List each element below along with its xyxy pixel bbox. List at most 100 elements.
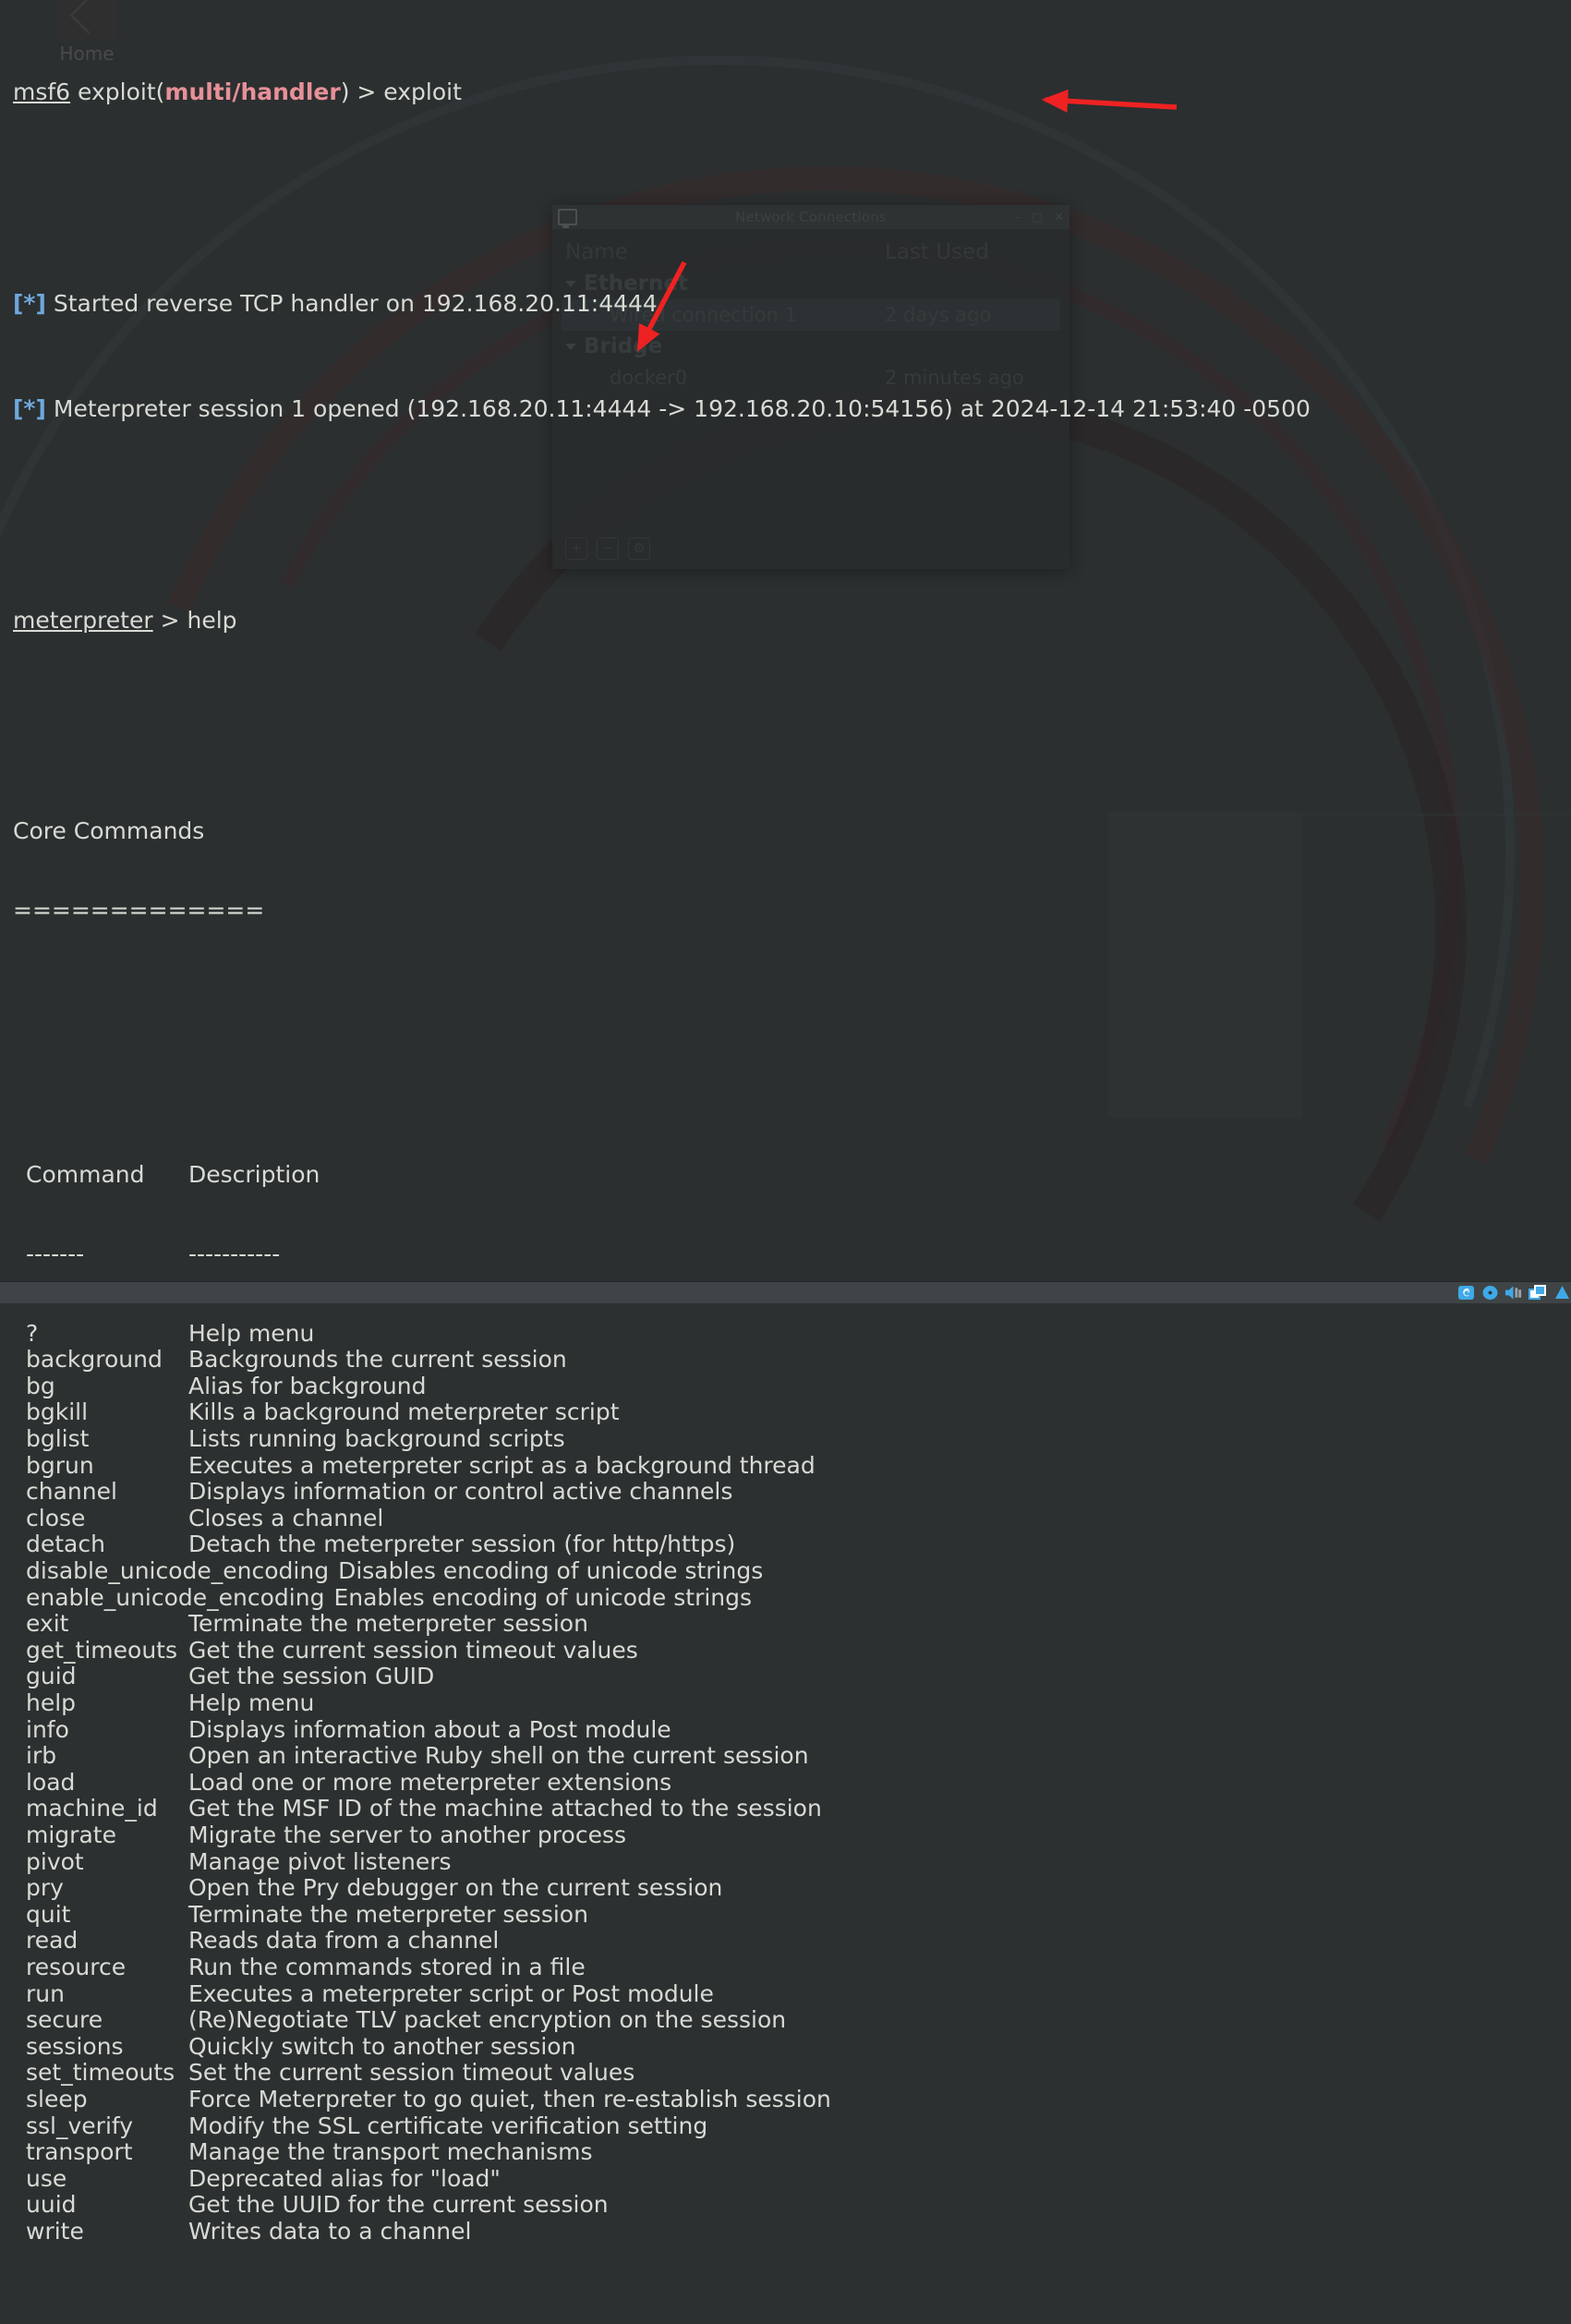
command-name: channel	[26, 1478, 117, 1506]
table-row: ? Help menu	[13, 1319, 1571, 1348]
table-row: info Displays information about a Post mo…	[13, 1715, 1571, 1744]
command-description: Run the commands stored in a file	[188, 1953, 586, 1980]
command-name: bg	[26, 1372, 55, 1399]
command-name: irb	[26, 1742, 57, 1770]
command-description: Backgrounds the current session	[188, 1346, 567, 1374]
prompt-line-msf6: msf6 exploit(multi/handler) > exploit	[0, 79, 1571, 106]
table-row: channel Displays information or control a…	[13, 1479, 1571, 1506]
terminal-output[interactable]: msf6 exploit(multi/handler) > exploit [*…	[0, 0, 1571, 2244]
command-name: uuid	[26, 2191, 77, 2219]
typed-command-help: help	[187, 606, 237, 634]
command-name: write	[26, 2217, 84, 2245]
prompt-shell-name: msf6	[13, 78, 71, 105]
command-name: machine_id	[26, 1795, 158, 1822]
info-star-icon: [*]	[13, 289, 46, 317]
command-name: pivot	[26, 1847, 84, 1875]
table-row: detach Detach the meterpreter session (fo…	[13, 1531, 1571, 1558]
command-description: Reads data from a channel	[188, 1927, 500, 1955]
cd-dvd-icon[interactable]	[1480, 1285, 1499, 1301]
table-row: irb Open an interactive Ruby shell on the…	[13, 1743, 1571, 1770]
table-row: set_timeouts Set the current session time…	[13, 2060, 1571, 2087]
column-header-command: Command	[26, 1161, 145, 1189]
table-row: quit Terminate the meterpreter session	[13, 1900, 1571, 1929]
table-row: background Backgrounds the current sessio…	[13, 1347, 1571, 1374]
command-description: Migrate the server to another process	[188, 1821, 626, 1848]
command-description: Modify the SSL certificate verification …	[188, 2112, 708, 2139]
table-row: enable_unicode_encoding Enables encoding …	[13, 1583, 1571, 1612]
command-description: Quickly switch to another session	[188, 2032, 576, 2060]
command-name: load	[26, 1768, 76, 1796]
command-description: Manage pivot listeners	[188, 1847, 452, 1875]
command-name: get_timeouts	[26, 1636, 178, 1664]
command-name: exit	[26, 1610, 69, 1638]
table-row: run Executes a meterpreter script or Post…	[13, 1979, 1571, 2008]
network-adapter-icon[interactable]	[1456, 1285, 1475, 1301]
table-row: pry Open the Pry debugger on the current …	[13, 1875, 1571, 1902]
command-name: ?	[26, 1319, 39, 1347]
table-row: write Writes data to a channel	[13, 2217, 1571, 2245]
command-description: (Re)Negotiate TLV packet encryption on t…	[188, 2006, 787, 2034]
command-description: Displays information about a Post module	[188, 1715, 671, 1743]
command-description: Terminate the meterpreter session	[188, 1610, 588, 1638]
command-description: Load one or more meterpreter extensions	[188, 1768, 672, 1796]
table-row: read Reads data from a channel	[13, 1928, 1571, 1955]
command-description: Help menu	[188, 1689, 315, 1716]
table-row: bgkill Kills a background meterpreter scr…	[13, 1399, 1571, 1426]
column-dashes-command: -------	[26, 1240, 85, 1267]
prompt-module-name: multi/handler	[164, 78, 341, 105]
table-row: pivot Manage pivot listeners	[13, 1847, 1571, 1876]
command-description: Get the current session timeout values	[188, 1636, 638, 1664]
command-description: Disables encoding of unicode strings	[338, 1557, 764, 1585]
command-name: sessions	[26, 2032, 124, 2060]
command-description: Detach the meterpreter session (for http…	[188, 1531, 736, 1558]
table-row: load Load one or more meterpreter extensi…	[13, 1768, 1571, 1797]
command-description: Force Meterpreter to go quiet, then re-e…	[188, 2085, 831, 2112]
command-description: Kills a background meterpreter script	[188, 1398, 620, 1426]
command-description: Enables encoding of unicode strings	[333, 1583, 753, 1611]
command-name: pry	[26, 1874, 64, 1902]
command-description: Get the session GUID	[188, 1663, 435, 1690]
output-line-session-opened: [*] Meterpreter session 1 opened (192.16…	[0, 395, 1571, 423]
section-title-core-commands: Core Commands	[13, 817, 205, 845]
table-row: sessions Quickly switch to another sessio…	[13, 2032, 1571, 2061]
sound-card-icon[interactable]	[1505, 1285, 1523, 1301]
command-name: resource	[26, 1953, 127, 1980]
table-row: get_timeouts Get the current session time…	[13, 1636, 1571, 1664]
table-row: resource Run the commands stored in a fil…	[13, 1953, 1571, 1981]
output-line-handler-started: [*] Started reverse TCP handler on 192.1…	[0, 289, 1571, 318]
table-row: uuid Get the UUID for the current session	[13, 2192, 1571, 2219]
command-description: Executes a meterpreter script or Post mo…	[188, 1979, 714, 2007]
vm-status-bar[interactable]	[0, 1281, 1571, 1303]
command-description: Writes data to a channel	[188, 2217, 472, 2245]
command-description: Open the Pry debugger on the current ses…	[188, 1874, 723, 1902]
table-row: bg Alias for background	[13, 1372, 1571, 1400]
command-name: help	[26, 1689, 77, 1716]
command-name: enable_unicode_encoding	[26, 1583, 325, 1611]
prompt-shell-name: meterpreter	[13, 606, 153, 634]
table-row: ssl_verify Modify the SSL certificate ver…	[13, 2112, 1571, 2140]
usb-controller-icon[interactable]	[1529, 1285, 1547, 1301]
command-description: Manage the transport mechanisms	[188, 2138, 593, 2166]
command-name: bglist	[26, 1425, 90, 1453]
command-description: Alias for background	[188, 1372, 427, 1399]
command-description: Help menu	[188, 1319, 315, 1347]
command-name: transport	[26, 2138, 133, 2166]
table-row: disable_unicode_encoding Disables encodin…	[13, 1557, 1571, 1585]
command-name: set_timeouts	[26, 2059, 175, 2087]
command-name: secure	[26, 2006, 103, 2034]
prompt-module-suffix: )	[340, 78, 350, 105]
printer-icon[interactable]	[1553, 1285, 1571, 1301]
command-description: Terminate the meterpreter session	[188, 1900, 588, 1928]
table-header-dashes-row: ------- -----------	[13, 1241, 1571, 1268]
command-description: Open an interactive Ruby shell on the cu…	[188, 1742, 809, 1770]
table-row: bglist Lists running background scripts	[13, 1425, 1571, 1453]
typed-command-exploit: exploit	[383, 78, 462, 105]
command-description: Set the current session timeout values	[188, 2059, 635, 2087]
table-row: exit Terminate the meterpreter session	[13, 1611, 1571, 1638]
column-dashes-description: -----------	[188, 1240, 281, 1267]
command-description: Lists running background scripts	[188, 1425, 565, 1453]
column-header-description: Description	[188, 1161, 320, 1189]
